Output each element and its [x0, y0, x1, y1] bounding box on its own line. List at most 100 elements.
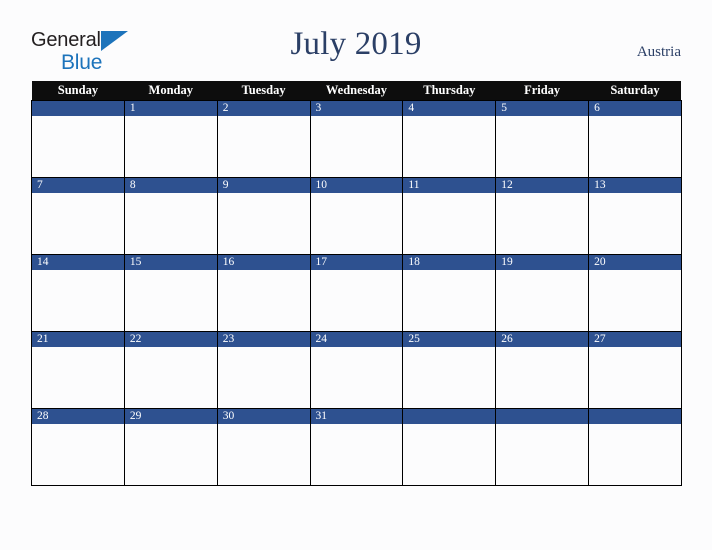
weekday-header-row: Sunday Monday Tuesday Wednesday Thursday… [31, 81, 682, 101]
day-events-area[interactable] [403, 116, 495, 176]
day-cell[interactable]: 20 [588, 254, 682, 332]
day-number: 5 [496, 101, 589, 116]
day-events-area[interactable] [218, 424, 310, 484]
day-cell[interactable]: 8 [123, 177, 218, 255]
day-cell[interactable]: 4 [402, 100, 497, 178]
day-cell[interactable]: 30 [216, 408, 311, 486]
day-number: 13 [589, 178, 681, 193]
day-events-area[interactable] [403, 424, 495, 484]
day-cell[interactable]: 22 [123, 331, 218, 409]
day-number: 20 [589, 255, 681, 270]
day-cell[interactable]: 19 [495, 254, 590, 332]
day-number: 24 [310, 332, 403, 347]
day-number: 10 [310, 178, 403, 193]
day-events-area[interactable] [32, 193, 124, 253]
day-cell[interactable]: 25 [402, 331, 497, 409]
day-number: 28 [32, 409, 124, 424]
day-number: 6 [589, 101, 681, 116]
day-events-area[interactable] [32, 270, 124, 330]
calendar-week-row: 14 15 16 17 18 19 20 [31, 254, 682, 332]
day-events-area[interactable] [311, 347, 403, 407]
day-cell[interactable]: 10 [309, 177, 404, 255]
day-events-area[interactable] [32, 116, 124, 176]
day-number: 29 [124, 409, 217, 424]
day-events-area[interactable] [125, 347, 217, 407]
day-number: 4 [403, 101, 496, 116]
day-cell[interactable]: 17 [309, 254, 404, 332]
day-cell[interactable]: 31 [309, 408, 404, 486]
day-events-area[interactable] [496, 424, 588, 484]
day-number: 30 [217, 409, 310, 424]
calendar-header-row-group: Sunday Monday Tuesday Wednesday Thursday… [31, 81, 682, 101]
weekday-header-monday: Monday [124, 81, 218, 101]
weekday-header-sunday: Sunday [31, 81, 125, 101]
day-events-area[interactable] [589, 270, 681, 330]
day-events-area[interactable] [311, 424, 403, 484]
day-events-area[interactable] [589, 116, 681, 176]
day-events-area[interactable] [311, 116, 403, 176]
day-cell[interactable] [402, 408, 497, 486]
day-events-area[interactable] [496, 193, 588, 253]
day-cell[interactable] [31, 100, 125, 178]
day-cell[interactable]: 15 [123, 254, 218, 332]
day-cell[interactable]: 18 [402, 254, 497, 332]
day-cell[interactable]: 16 [216, 254, 311, 332]
day-events-area[interactable] [218, 270, 310, 330]
day-events-area[interactable] [403, 193, 495, 253]
month-calendar-grid: Sunday Monday Tuesday Wednesday Thursday… [31, 81, 682, 486]
day-cell[interactable]: 29 [123, 408, 218, 486]
day-events-area[interactable] [496, 116, 588, 176]
day-number: 31 [310, 409, 403, 424]
day-cell[interactable]: 14 [31, 254, 125, 332]
day-number: 18 [403, 255, 496, 270]
day-events-area[interactable] [218, 193, 310, 253]
day-cell[interactable]: 13 [588, 177, 682, 255]
day-number: 1 [124, 101, 217, 116]
day-cell[interactable]: 24 [309, 331, 404, 409]
day-cell[interactable]: 11 [402, 177, 497, 255]
day-cell[interactable] [588, 408, 682, 486]
day-events-area[interactable] [589, 347, 681, 407]
day-events-area[interactable] [311, 193, 403, 253]
day-cell[interactable]: 7 [31, 177, 125, 255]
day-cell[interactable]: 26 [495, 331, 590, 409]
day-cell[interactable]: 9 [216, 177, 311, 255]
day-cell[interactable]: 2 [216, 100, 311, 178]
day-number: 12 [496, 178, 589, 193]
day-events-area[interactable] [218, 116, 310, 176]
day-cell[interactable]: 23 [216, 331, 311, 409]
day-events-area[interactable] [403, 270, 495, 330]
day-cell[interactable]: 21 [31, 331, 125, 409]
day-number: 3 [310, 101, 403, 116]
day-cell[interactable]: 6 [588, 100, 682, 178]
day-events-area[interactable] [125, 193, 217, 253]
day-number: 2 [217, 101, 310, 116]
day-number [32, 101, 124, 116]
day-cell[interactable]: 1 [123, 100, 218, 178]
day-number [403, 409, 496, 424]
day-cell[interactable]: 27 [588, 331, 682, 409]
day-events-area[interactable] [496, 347, 588, 407]
day-events-area[interactable] [218, 347, 310, 407]
day-events-area[interactable] [32, 347, 124, 407]
day-events-area[interactable] [125, 270, 217, 330]
calendar-body: 1 2 3 4 5 6 7 8 9 10 11 12 13 14 15 16 1… [31, 100, 682, 486]
day-cell[interactable]: 12 [495, 177, 590, 255]
day-events-area[interactable] [589, 424, 681, 484]
day-events-area[interactable] [496, 270, 588, 330]
day-events-area[interactable] [589, 193, 681, 253]
day-number: 19 [496, 255, 589, 270]
day-cell[interactable]: 3 [309, 100, 404, 178]
weekday-header-friday: Friday [495, 81, 589, 101]
day-number [589, 409, 681, 424]
day-events-area[interactable] [125, 116, 217, 176]
day-number: 17 [310, 255, 403, 270]
day-events-area[interactable] [125, 424, 217, 484]
weekday-header-tuesday: Tuesday [217, 81, 311, 101]
day-cell[interactable]: 5 [495, 100, 590, 178]
day-cell[interactable] [495, 408, 590, 486]
day-events-area[interactable] [311, 270, 403, 330]
day-events-area[interactable] [403, 347, 495, 407]
day-events-area[interactable] [32, 424, 124, 484]
day-cell[interactable]: 28 [31, 408, 125, 486]
